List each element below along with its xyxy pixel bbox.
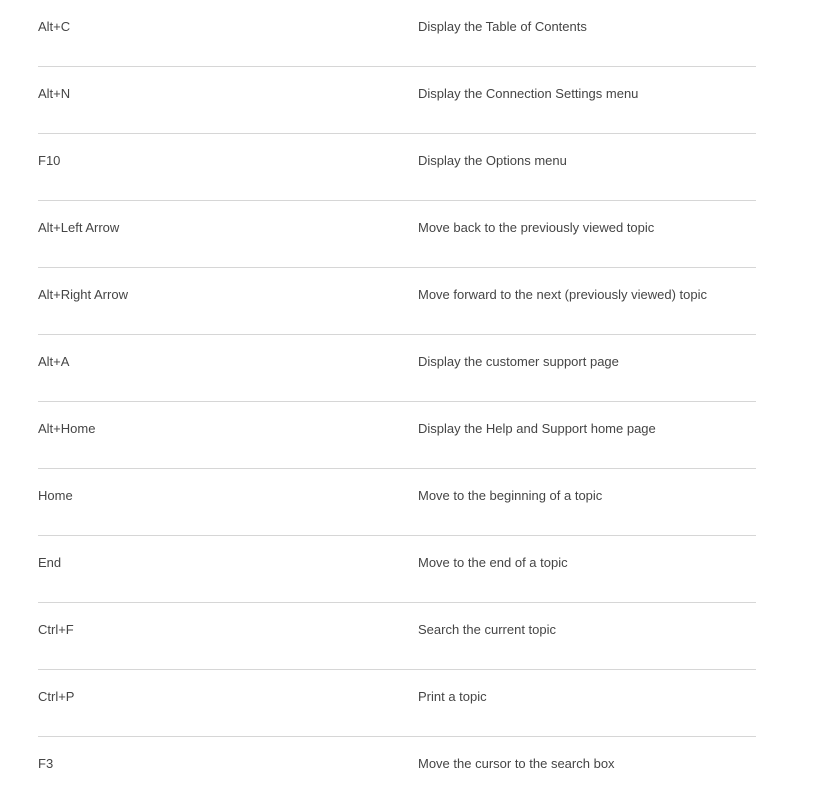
table-row: End Move to the end of a topic [38,536,756,603]
shortcut-description: Display the customer support page [418,354,619,369]
shortcut-description: Display the Table of Contents [418,19,587,34]
table-row: Alt+N Display the Connection Settings me… [38,67,756,134]
table-row: Home Move to the beginning of a topic [38,469,756,536]
shortcut-key: Alt+A [38,354,70,369]
shortcut-description: Display the Connection Settings menu [418,86,639,101]
shortcut-description: Move to the end of a topic [418,555,568,570]
shortcut-key: Alt+Home [38,421,96,436]
shortcut-description: Move the cursor to the search box [418,756,615,771]
shortcut-description: Display the Help and Support home page [418,421,656,436]
table-row: Ctrl+P Print a topic [38,670,756,737]
table-row: F3 Move the cursor to the search box [38,737,756,803]
shortcut-key: Alt+N [38,86,71,101]
shortcut-key: Ctrl+P [38,689,75,704]
table-row: Ctrl+F Search the current topic [38,603,756,670]
shortcut-description: Move to the beginning of a topic [418,488,603,503]
shortcut-description: Move back to the previously viewed topic [418,220,655,235]
shortcut-description: Print a topic [418,689,487,704]
shortcut-key: Alt+Left Arrow [38,220,120,235]
shortcut-key: Ctrl+F [38,622,74,637]
table-row: Alt+A Display the customer support page [38,335,756,402]
table-row: F10 Display the Options menu [38,134,756,201]
shortcut-key: End [38,555,62,570]
shortcut-key: F3 [38,756,54,771]
table-row: Alt+Right Arrow Move forward to the next… [38,268,756,335]
shortcut-description: Search the current topic [418,622,557,637]
keyboard-shortcuts-table: Alt+C Display the Table of Contents Alt+… [38,0,756,803]
shortcut-key: Home [38,488,73,503]
table-row: Alt+Home Display the Help and Support ho… [38,402,756,469]
shortcut-key: Alt+Right Arrow [38,287,128,302]
shortcut-key: Alt+C [38,19,71,34]
shortcut-description: Move forward to the next (previously vie… [418,287,708,302]
table-row: Alt+C Display the Table of Contents [38,0,756,67]
shortcut-description: Display the Options menu [418,153,567,168]
table-row: Alt+Left Arrow Move back to the previous… [38,201,756,268]
shortcut-key: F10 [38,153,61,168]
